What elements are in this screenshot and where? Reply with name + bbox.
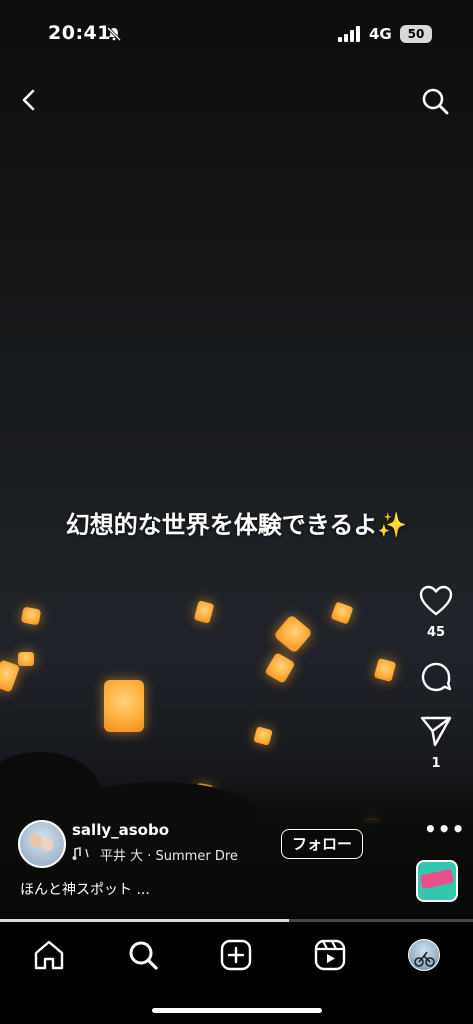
search-icon[interactable] [126, 938, 160, 972]
battery-icon: 50 [400, 25, 432, 43]
create-post-icon[interactable] [219, 938, 253, 972]
lantern [264, 652, 296, 684]
more-options-icon[interactable]: ••• [424, 817, 465, 841]
heart-icon[interactable] [419, 585, 453, 617]
share-count: 1 [431, 756, 441, 771]
reel-video[interactable] [0, 0, 473, 922]
home-indicator [152, 1008, 322, 1013]
comment-icon[interactable] [419, 660, 453, 694]
music-text: 平井 大 · Summer Dre [100, 849, 238, 864]
like-count: 45 [426, 625, 446, 640]
chevron-left-icon[interactable] [16, 86, 44, 114]
lantern [330, 601, 354, 625]
reels-icon[interactable] [313, 938, 347, 972]
lantern [18, 652, 34, 666]
send-icon[interactable] [419, 714, 453, 748]
post-description[interactable]: ほんと神スポット ... [20, 879, 150, 899]
avatar-face [42, 838, 53, 851]
network-type: 4G [369, 25, 392, 43]
lantern [273, 614, 313, 654]
avatar-face [30, 834, 42, 848]
action-column: 45 1 [410, 585, 462, 771]
music-info[interactable]: 平井 大 · Summer Dre [72, 845, 238, 864]
profile-photo [414, 951, 435, 967]
lantern [0, 659, 21, 693]
status-time: 20:41 [48, 22, 111, 44]
lantern [193, 600, 215, 624]
profile-avatar[interactable] [408, 939, 440, 971]
music-note-icon [72, 846, 100, 864]
avatar[interactable] [18, 820, 66, 868]
home-icon[interactable] [32, 938, 66, 972]
cellular-signal-icon [338, 26, 360, 42]
lantern [20, 606, 42, 626]
bell-slash-icon [106, 26, 122, 42]
username[interactable]: sally_asobo [72, 821, 169, 839]
audio-thumbnail[interactable] [416, 860, 458, 902]
lantern [104, 680, 144, 732]
status-bar: 20:41 4G 50 [0, 0, 473, 70]
search-icon[interactable] [420, 86, 450, 116]
follow-button[interactable]: フォロー [281, 829, 363, 859]
lantern [253, 726, 273, 746]
video-caption: 幻想的な世界を体験できるよ✨ [65, 511, 408, 539]
lantern [373, 658, 397, 682]
audio-artwork [419, 868, 455, 890]
